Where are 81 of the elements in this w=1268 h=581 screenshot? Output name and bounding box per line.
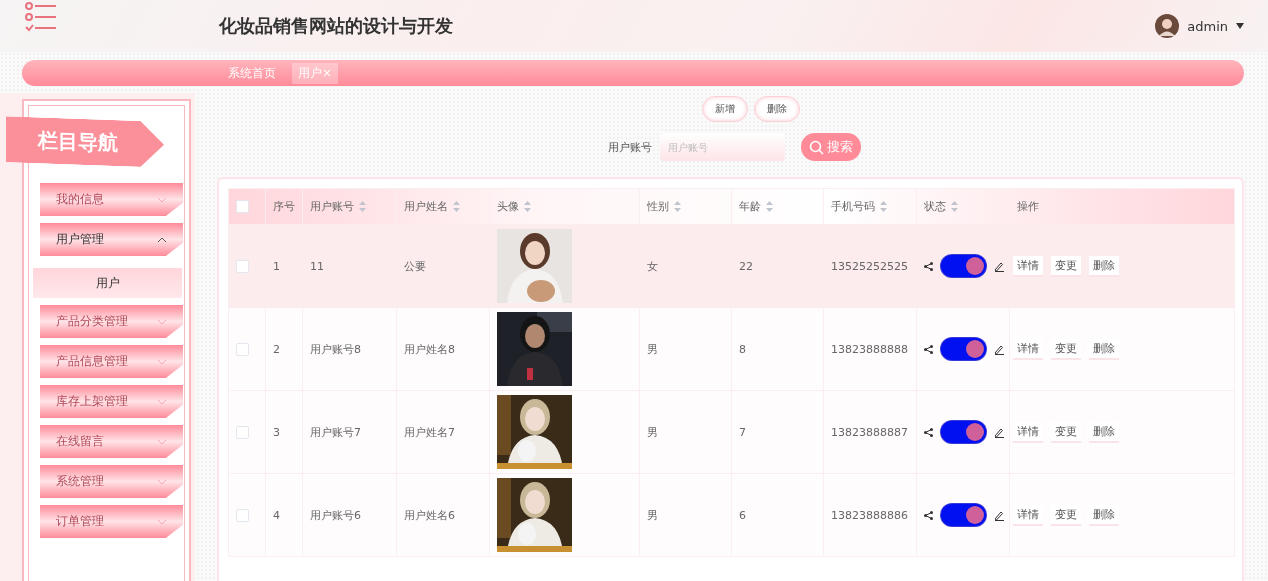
column-header: 手机号码 (831, 199, 875, 214)
table-cell: 用户账号8 (310, 342, 361, 356)
menu-item[interactable]: 系统管理 (40, 465, 183, 498)
menu-item[interactable]: 在线留言 (40, 425, 183, 458)
share-icon[interactable] (924, 261, 933, 271)
table-cell: 4 (273, 508, 280, 522)
column-header: 状态 (924, 199, 946, 214)
caret-icon[interactable] (1236, 23, 1244, 29)
column-header: 头像 (497, 199, 519, 214)
table-cell: 13823888887 (831, 425, 908, 439)
column-header: 操作 (1017, 199, 1039, 214)
table-cell: 1 (273, 259, 280, 273)
column-header: 用户账号 (310, 199, 354, 214)
table-cell: 22 (739, 259, 753, 273)
share-icon[interactable] (924, 427, 933, 437)
table-cell: 8 (739, 342, 746, 356)
menu-icon[interactable] (25, 2, 57, 32)
sort-icon[interactable] (453, 201, 460, 212)
checkbox[interactable] (236, 200, 249, 214)
sidebar-title: 栏目导航 (38, 126, 118, 157)
column-header: 序号 (273, 199, 295, 214)
sort-icon[interactable] (524, 201, 531, 212)
edit-icon[interactable] (994, 509, 1005, 521)
sort-icon[interactable] (880, 201, 887, 212)
edit-icon[interactable] (994, 260, 1005, 272)
sort-icon[interactable] (766, 201, 773, 212)
user-name[interactable]: admin (1187, 18, 1228, 34)
table-cell: 用户账号6 (310, 508, 361, 522)
table-cell: 男 (647, 342, 658, 356)
search-icon[interactable] (809, 139, 824, 155)
checkbox[interactable] (236, 425, 249, 439)
table-cell: 13823888886 (831, 508, 908, 522)
edit-icon[interactable] (994, 343, 1005, 355)
table-cell: 用户姓名6 (404, 508, 455, 522)
menu-item[interactable]: 我的信息 (40, 183, 183, 216)
toggle-switch[interactable] (941, 338, 986, 360)
action-button[interactable]: 删除 (1089, 255, 1119, 277)
column-header: 年龄 (739, 199, 761, 214)
avatar-icon[interactable] (1155, 14, 1180, 38)
search-label: 用户账号 (608, 139, 652, 155)
checkbox[interactable] (236, 508, 249, 522)
share-icon[interactable] (924, 344, 933, 354)
menu-item[interactable]: 订单管理 (40, 505, 183, 538)
table-cell: 7 (739, 425, 746, 439)
sort-icon[interactable] (674, 201, 681, 212)
search-field[interactable]: 用户账号 (660, 133, 785, 161)
submenu-item[interactable]: 用户 (33, 268, 182, 298)
site-title: 化妆品销售网站的设计与开发 (219, 14, 453, 38)
menu-item[interactable]: 用户管理 (40, 223, 183, 256)
menu-item[interactable]: 库存上架管理 (40, 385, 183, 418)
share-icon[interactable] (924, 510, 933, 520)
column-header: 性别 (647, 199, 669, 214)
column-header: 用户姓名 (404, 199, 448, 214)
table-cell: 2 (273, 342, 280, 356)
toolbar-button[interactable]: 新增 (701, 96, 748, 122)
menu-item[interactable]: 产品信息管理 (40, 345, 183, 378)
checkbox[interactable] (236, 342, 249, 356)
toggle-switch[interactable] (941, 421, 986, 443)
table-cell: 用户账号7 (310, 425, 361, 439)
table-cell: 男 (647, 425, 658, 439)
sort-icon[interactable] (359, 201, 366, 212)
checkbox[interactable] (236, 259, 249, 273)
toolbar-button[interactable]: 删除 (753, 96, 800, 122)
table-cell: 6 (739, 508, 746, 522)
sort-icon[interactable] (951, 201, 958, 212)
edit-icon[interactable] (994, 426, 1005, 438)
action-button[interactable]: 详情 (1013, 255, 1043, 277)
table-cell: 女 (647, 259, 658, 273)
chevron-icon[interactable] (157, 236, 167, 243)
action-button[interactable]: 变更 (1051, 255, 1081, 277)
table-cell: 男 (647, 508, 658, 522)
menu-item[interactable]: 产品分类管理 (40, 305, 183, 338)
table-cell: 13525252525 (831, 259, 908, 273)
table-cell: 11 (310, 259, 324, 273)
table-cell: 公要 (404, 259, 426, 273)
table-cell: 用户姓名7 (404, 425, 455, 439)
table-cell: 用户姓名8 (404, 342, 455, 356)
table-cell: 3 (273, 425, 280, 439)
toggle-switch[interactable] (941, 504, 986, 526)
table-cell: 13823888888 (831, 342, 908, 356)
toggle-switch[interactable] (941, 255, 986, 277)
